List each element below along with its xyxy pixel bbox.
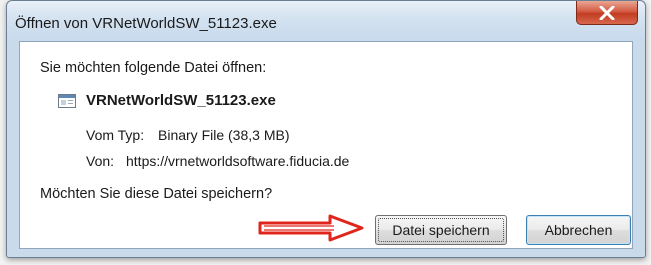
executable-file-icon <box>58 94 76 108</box>
title-bar[interactable]: Öffnen von VRNetWorldSW_51123.exe <box>7 1 645 41</box>
file-type-label: Vom Typ: <box>86 127 145 143</box>
open-question: Sie möchten folgende Datei öffnen: <box>40 60 267 76</box>
file-source-value: https://vrnetworldsoftware.fiducia.de <box>126 153 350 169</box>
save-question: Möchten Sie diese Datei speichern? <box>40 186 273 202</box>
close-icon <box>599 5 615 20</box>
file-type-value: Binary File (38,3 MB) <box>158 127 290 143</box>
file-name: VRNetWorldSW_51123.exe <box>86 92 276 109</box>
file-source-label: Von: <box>86 153 115 169</box>
save-file-button[interactable]: Datei speichern <box>375 215 507 245</box>
cancel-button[interactable]: Abbrechen <box>526 215 631 245</box>
dialog-title: Öffnen von VRNetWorldSW_51123.exe <box>15 15 277 32</box>
red-arrow-icon <box>258 214 364 242</box>
save-file-button-label: Datei speichern <box>392 222 490 238</box>
download-dialog: Öffnen von VRNetWorldSW_51123.exe Sie mö… <box>6 0 646 258</box>
dialog-content: Sie möchten folgende Datei öffnen: VRNet… <box>19 41 633 249</box>
close-button[interactable] <box>576 1 638 25</box>
cancel-button-label: Abbrechen <box>544 222 613 238</box>
